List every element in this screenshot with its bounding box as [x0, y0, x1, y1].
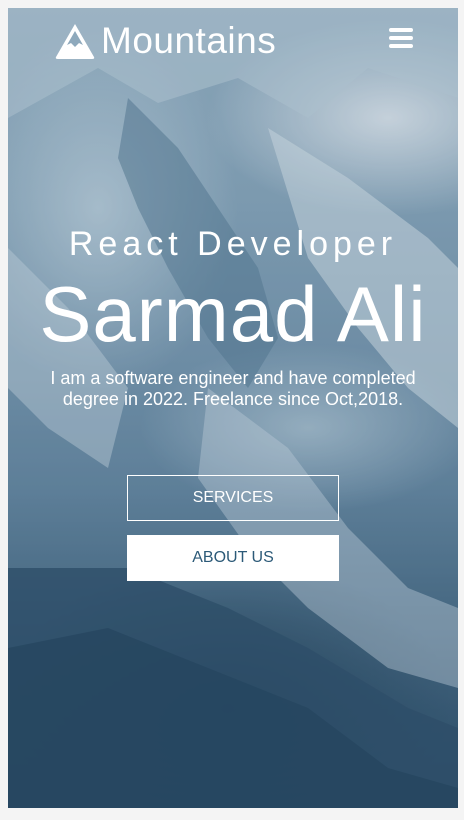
- hamburger-menu-icon[interactable]: [389, 28, 413, 50]
- navbar: Mountains: [8, 8, 458, 78]
- about-us-button[interactable]: ABOUT US: [127, 535, 339, 581]
- hero-description: I am a software engineer and have comple…: [50, 368, 416, 409]
- hero-subtitle: React Developer: [68, 225, 398, 263]
- brand-name: Mountains: [101, 20, 277, 61]
- hero-name: Sarmad Ali: [39, 270, 427, 358]
- hero-section: Mountains React Developer Sarmad Ali I a…: [8, 8, 458, 808]
- services-button[interactable]: SERVICES: [127, 475, 339, 521]
- brand-logo-link[interactable]: Mountains: [53, 18, 276, 64]
- mountain-icon: [55, 24, 95, 59]
